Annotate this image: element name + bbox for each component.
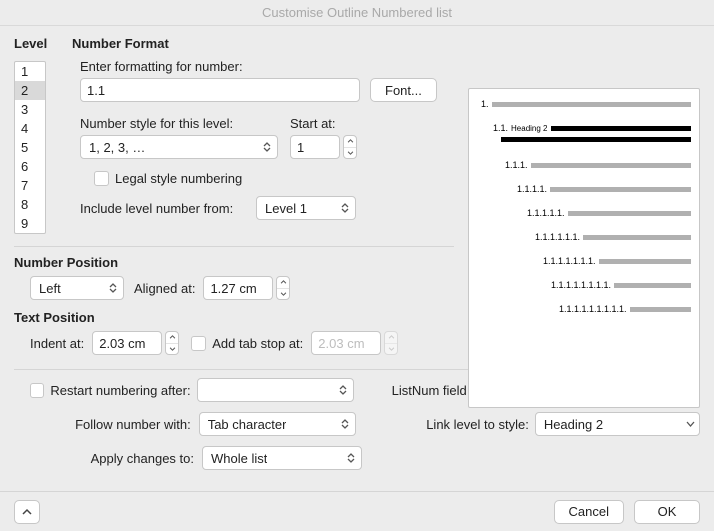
link-level-select[interactable]: Heading 2 — [535, 412, 700, 436]
level-item[interactable]: 2 — [15, 81, 45, 100]
font-button[interactable]: Font... — [370, 78, 437, 102]
preview-pane: 1. 1.1. Heading 2 1.1.1. 1.1.1.1. 1.1.1.… — [468, 88, 700, 408]
legal-style-checkbox[interactable] — [94, 171, 109, 186]
indent-at-label: Indent at: — [30, 336, 84, 351]
include-level-label: Include level number from: — [80, 201, 256, 216]
level-item[interactable]: 4 — [15, 119, 45, 138]
number-style-select[interactable]: 1, 2, 3, … — [80, 135, 278, 159]
apply-changes-label: Apply changes to: — [30, 451, 202, 466]
level-item[interactable]: 9 — [15, 214, 45, 233]
chevron-updown-icon — [341, 415, 351, 433]
heading-level: Level — [14, 36, 72, 51]
aligned-at-input[interactable] — [203, 276, 273, 300]
window-title: Customise Outline Numbered list — [0, 0, 714, 26]
apply-changes-select[interactable]: Whole list — [202, 446, 362, 470]
alignment-select[interactable]: Left — [30, 276, 124, 300]
link-level-label: Link level to style: — [385, 417, 534, 432]
follow-number-select[interactable]: Tab character — [199, 412, 356, 436]
start-at-stepper[interactable] — [343, 135, 357, 159]
aligned-at-label: Aligned at: — [134, 281, 195, 296]
include-level-select[interactable]: Level 1 — [256, 196, 356, 220]
level-item[interactable]: 8 — [15, 195, 45, 214]
add-tab-checkbox[interactable] — [191, 336, 206, 351]
cancel-button[interactable]: Cancel — [554, 500, 624, 524]
chevron-updown-icon — [109, 279, 119, 297]
follow-number-label: Follow number with: — [30, 417, 199, 432]
restart-numbering-select[interactable] — [197, 378, 354, 402]
chevron-updown-icon — [341, 199, 351, 217]
chevron-up-icon — [22, 508, 32, 515]
ok-button[interactable]: OK — [634, 500, 700, 524]
aligned-at-stepper[interactable] — [276, 276, 290, 300]
level-item[interactable]: 5 — [15, 138, 45, 157]
chevron-down-icon — [686, 421, 695, 427]
preview-heading2-label: Heading 2 — [511, 124, 547, 133]
add-tab-input — [311, 331, 381, 355]
level-item[interactable]: 1 — [15, 62, 45, 81]
add-tab-label: Add tab stop at: — [212, 336, 303, 351]
start-at-input[interactable] — [290, 135, 340, 159]
chevron-updown-icon — [339, 381, 349, 399]
restart-numbering-label: Restart numbering after: — [50, 383, 197, 398]
indent-at-stepper[interactable] — [165, 331, 179, 355]
level-item[interactable]: 3 — [15, 100, 45, 119]
collapse-button[interactable] — [14, 500, 40, 524]
legal-style-label: Legal style numbering — [115, 171, 242, 186]
add-tab-stepper — [384, 331, 398, 355]
enter-formatting-input[interactable] — [80, 78, 360, 102]
heading-number-format: Number Format — [72, 36, 169, 51]
level-item[interactable]: 6 — [15, 157, 45, 176]
level-list[interactable]: 1 2 3 4 5 6 7 8 9 — [14, 61, 46, 234]
restart-numbering-checkbox[interactable] — [30, 383, 45, 398]
start-at-label: Start at: — [290, 116, 336, 131]
number-style-label: Number style for this level: — [80, 116, 290, 131]
indent-at-input[interactable] — [92, 331, 162, 355]
enter-formatting-label: Enter formatting for number: — [80, 59, 452, 74]
level-item[interactable]: 7 — [15, 176, 45, 195]
chevron-updown-icon — [263, 138, 273, 156]
chevron-updown-icon — [347, 449, 357, 467]
